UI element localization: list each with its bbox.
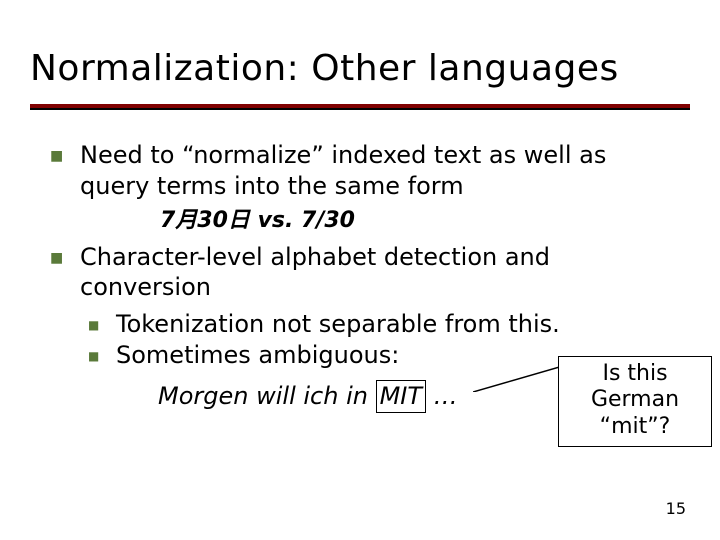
highlight-box-mit: MIT <box>376 380 426 413</box>
bullet-icon: ■ <box>88 340 116 371</box>
example-prefix: Morgen will ich in <box>158 382 376 410</box>
callout-box: Is this German “mit”? <box>558 356 712 447</box>
example-suffix: … <box>426 382 458 410</box>
bullet-1-text: Need to “normalize” indexed text as well… <box>80 140 670 201</box>
slide: Normalization: Other languages ■ Need to… <box>0 0 720 540</box>
page-number: 15 <box>666 499 686 518</box>
bullet-icon: ■ <box>50 242 80 303</box>
title-underline <box>30 104 690 110</box>
callout-line2: German “mit”? <box>591 387 679 438</box>
sub-bullet-1-text: Tokenization not separable from this. <box>116 309 670 340</box>
sub-bullet-1: ■ Tokenization not separable from this. <box>88 309 670 340</box>
bullet-2-text: Character-level alphabet detection and c… <box>80 242 670 303</box>
bullet-icon: ■ <box>88 309 116 340</box>
callout-line1: Is this <box>602 361 667 386</box>
bullet-2: ■ Character-level alphabet detection and… <box>50 242 670 303</box>
bullet-1: ■ Need to “normalize” indexed text as we… <box>50 140 670 201</box>
slide-title: Normalization: Other languages <box>30 48 690 89</box>
bullet-icon: ■ <box>50 140 80 201</box>
example-date: 7月30日 vs. 7/30 <box>160 207 670 235</box>
